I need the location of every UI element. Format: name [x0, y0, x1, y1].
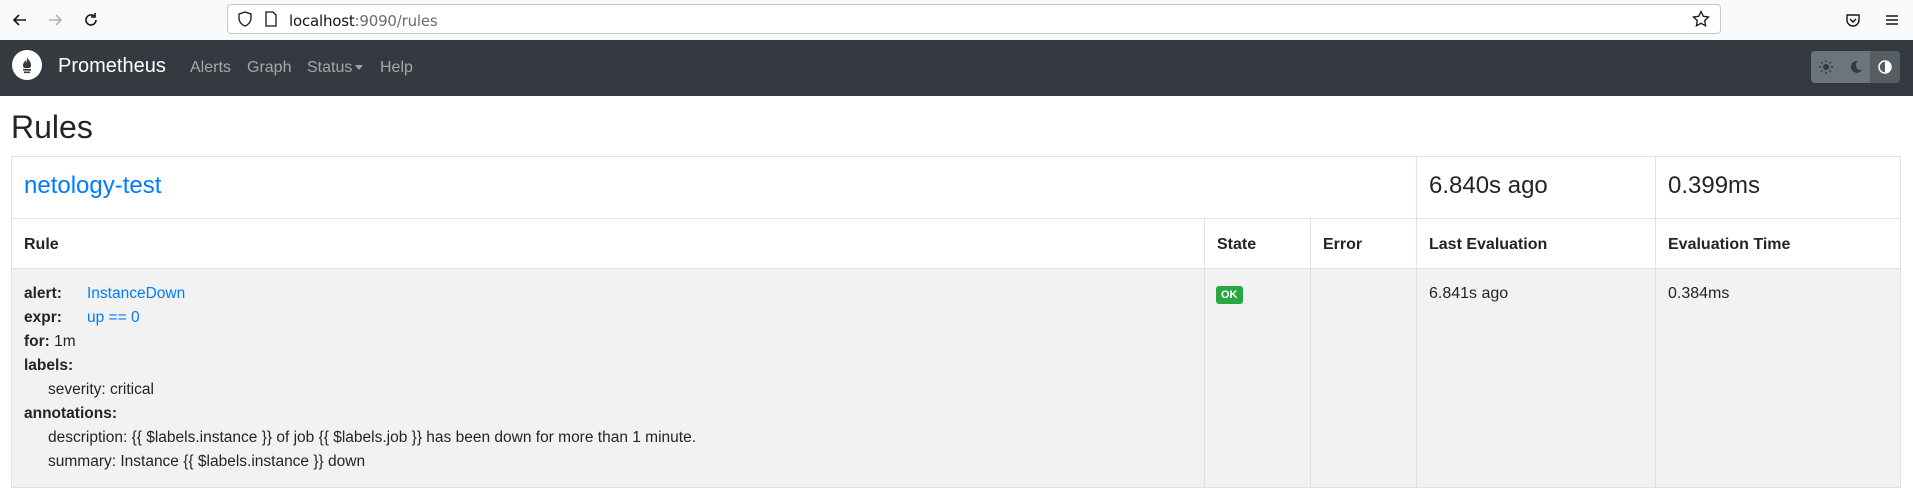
header-last-eval-cell: Last Evaluation: [1416, 218, 1656, 269]
url-text: localhost:9090/rules: [289, 12, 438, 30]
rule-annotations-key: annotations:: [24, 405, 117, 422]
group-evaluation-time: 0.399ms: [1668, 172, 1761, 199]
header-rule: Rule: [24, 236, 59, 253]
header-eval-time-cell: Evaluation Time: [1655, 218, 1901, 269]
top-navbar: Prometheus Alerts Graph Status Help: [0, 40, 1913, 96]
menu-icon[interactable]: [1880, 8, 1904, 32]
rule-evaluation-time: 0.384ms: [1668, 285, 1730, 302]
header-last-evaluation: Last Evaluation: [1429, 236, 1548, 253]
rule-annotation-description: description: {{ $labels.instance }} of j…: [48, 429, 697, 446]
rule-annotation-summary: summary: Instance {{ $labels.instance }}…: [48, 453, 366, 470]
header-evaluation-time: Evaluation Time: [1668, 236, 1791, 253]
header-rule-cell: Rule: [11, 218, 1205, 269]
nav-alerts-link[interactable]: Alerts: [190, 59, 231, 77]
prometheus-logo-icon[interactable]: [12, 50, 42, 80]
rule-for-key: for:: [24, 333, 50, 350]
group-name-link[interactable]: netology-test: [24, 172, 161, 200]
nav-graph-link[interactable]: Graph: [247, 59, 291, 77]
address-bar[interactable]: localhost:9090/rules: [227, 4, 1721, 34]
shield-icon[interactable]: [237, 11, 253, 32]
rule-alert-key: alert:: [24, 285, 62, 302]
header-error-cell: Error: [1310, 218, 1417, 269]
theme-switcher: [1811, 51, 1900, 83]
header-error: Error: [1323, 236, 1363, 253]
header-state-cell: State: [1204, 218, 1311, 269]
browser-toolbar: localhost:9090/rules: [0, 0, 1913, 41]
dark-theme-button[interactable]: [1841, 51, 1871, 83]
chevron-down-icon: [355, 65, 364, 71]
light-theme-button[interactable]: [1811, 51, 1841, 83]
rule-expr-link[interactable]: up == 0: [87, 309, 140, 327]
rule-last-evaluation: 6.841s ago: [1429, 285, 1509, 302]
rule-alert-link[interactable]: InstanceDown: [87, 285, 185, 303]
rule-alert-line: alert:: [24, 285, 62, 303]
rule-expr-line: expr:: [24, 309, 62, 327]
reload-icon[interactable]: [79, 8, 103, 32]
header-state: State: [1217, 236, 1257, 253]
nav-status-dropdown[interactable]: Status: [307, 59, 364, 77]
brand-link[interactable]: Prometheus: [58, 55, 166, 78]
nav-help-link[interactable]: Help: [380, 59, 413, 77]
rule-annotations-line: annotations:: [24, 405, 117, 423]
group-eval-time-cell: 0.399ms: [1655, 156, 1901, 219]
rule-for-value: 1m: [54, 333, 76, 350]
rule-error-cell: [1310, 268, 1417, 488]
bookmark-star-icon[interactable]: [1692, 9, 1710, 33]
rule-labels-line: labels:: [24, 357, 73, 375]
group-name-cell: netology-test: [11, 156, 1417, 219]
nav-status-label: Status: [307, 59, 353, 76]
rule-expr-key: expr:: [24, 309, 62, 326]
auto-theme-button[interactable]: [1870, 51, 1900, 83]
status-badge: OK: [1216, 286, 1243, 304]
back-icon[interactable]: [8, 8, 32, 32]
group-last-evaluation: 6.840s ago: [1429, 172, 1548, 199]
page-title: Rules: [11, 109, 93, 145]
pocket-icon[interactable]: [1841, 8, 1865, 32]
page-icon: [264, 11, 278, 32]
rule-labels-key: labels:: [24, 357, 74, 374]
rule-for-line: for: 1m: [24, 333, 76, 351]
rule-label-severity: severity: critical: [48, 381, 154, 398]
group-last-eval-cell: 6.840s ago: [1416, 156, 1656, 219]
forward-icon[interactable]: [43, 8, 67, 32]
